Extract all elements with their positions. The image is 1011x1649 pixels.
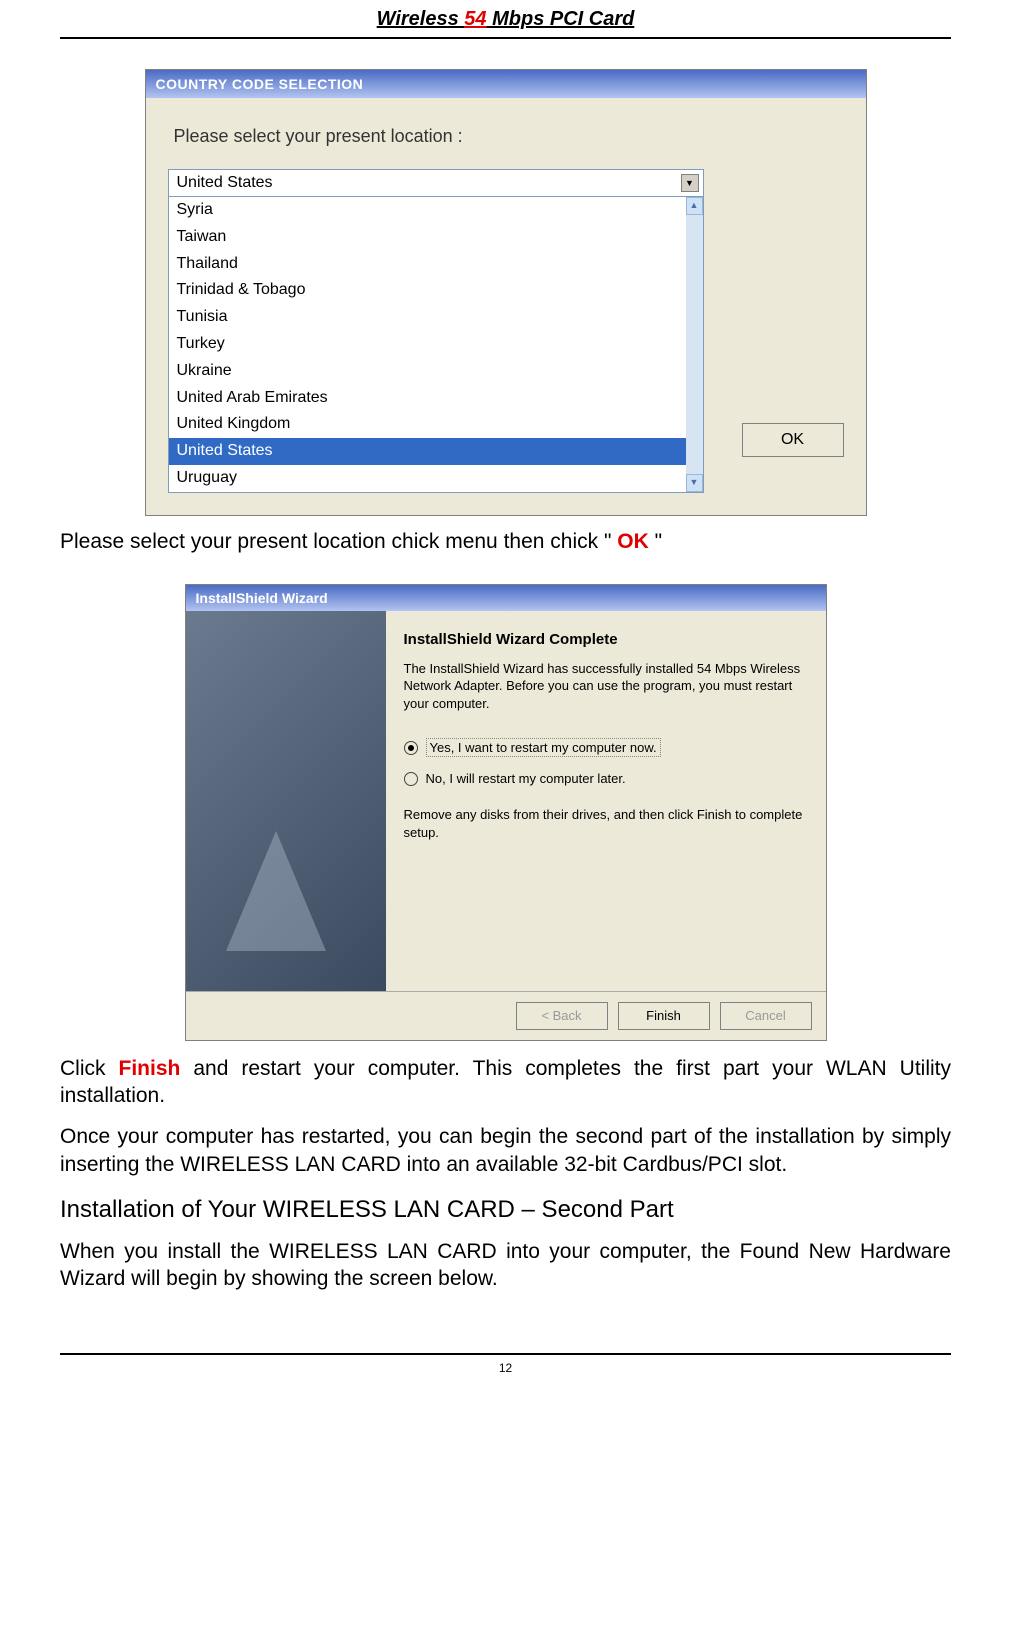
radio-no-label: No, I will restart my computer later. <box>426 771 626 786</box>
dialog-installshield: InstallShield Wizard InstallShield Wizar… <box>185 584 827 1041</box>
body-p2: Once your computer has restarted, you ca… <box>60 1123 951 1178</box>
list-item[interactable]: Uruguay <box>169 465 703 492</box>
dialog1-titlebar: COUNTRY CODE SELECTION <box>146 70 866 98</box>
radio-yes-label: Yes, I want to restart my computer now. <box>426 738 661 757</box>
radio-restart-now[interactable]: Yes, I want to restart my computer now. <box>404 738 808 757</box>
list-item[interactable]: Thailand <box>169 251 703 278</box>
back-button: < Back <box>516 1002 608 1030</box>
body-p3: When you install the WIRELESS LAN CARD i… <box>60 1238 951 1293</box>
list-item-selected[interactable]: United States <box>169 438 703 465</box>
country-select[interactable]: United States ▼ <box>168 169 704 197</box>
caption-1: Please select your present location chic… <box>60 530 951 554</box>
header-post: Mbps PCI Card <box>487 8 635 30</box>
page-number: 12 <box>60 1355 951 1395</box>
dialog1-instruction: Please select your present location : <box>174 126 844 147</box>
figure-installshield-dialog: InstallShield Wizard InstallShield Wizar… <box>60 584 951 1041</box>
ok-button[interactable]: OK <box>742 423 844 457</box>
country-listbox[interactable]: Syria Taiwan Thailand Trinidad & Tobago … <box>168 197 704 493</box>
figure-country-dialog: COUNTRY CODE SELECTION Please select you… <box>60 69 951 516</box>
dialog2-footer-para: Remove any disks from their drives, and … <box>404 806 808 841</box>
dialog2-paragraph: The InstallShield Wizard has successfull… <box>404 660 808 713</box>
page-header: Wireless 54 Mbps PCI Card <box>60 0 951 39</box>
radio-icon[interactable] <box>404 772 418 786</box>
dialog2-button-bar: < Back Finish Cancel <box>186 991 826 1040</box>
scroll-up-icon[interactable]: ▲ <box>686 197 703 215</box>
dialog2-titlebar: InstallShield Wizard <box>186 585 826 611</box>
list-item[interactable]: Trinidad & Tobago <box>169 277 703 304</box>
list-item[interactable]: Taiwan <box>169 224 703 251</box>
section-heading: Installation of Your WIRELESS LAN CARD –… <box>60 1196 951 1224</box>
cancel-button: Cancel <box>720 1002 812 1030</box>
scroll-down-icon[interactable]: ▼ <box>686 474 703 492</box>
header-pre: Wireless <box>377 8 465 30</box>
finish-button[interactable]: Finish <box>618 1002 710 1030</box>
country-select-value: United States <box>177 174 273 192</box>
dialog-country-code: COUNTRY CODE SELECTION Please select you… <box>145 69 867 516</box>
header-red: 54 <box>464 8 486 30</box>
radio-icon[interactable] <box>404 741 418 755</box>
list-item[interactable]: United Kingdom <box>169 411 703 438</box>
list-item[interactable]: Turkey <box>169 331 703 358</box>
list-item[interactable]: Ukraine <box>169 358 703 385</box>
list-item[interactable]: Syria <box>169 197 703 224</box>
list-scrollbar[interactable]: ▲ ▼ <box>686 197 703 492</box>
body-p1: Click Finish and restart your computer. … <box>60 1055 951 1110</box>
dialog2-heading: InstallShield Wizard Complete <box>404 631 808 648</box>
list-item[interactable]: Tunisia <box>169 304 703 331</box>
radio-restart-later[interactable]: No, I will restart my computer later. <box>404 771 808 786</box>
dropdown-button[interactable]: ▼ <box>681 174 699 192</box>
list-item[interactable]: United Arab Emirates <box>169 385 703 412</box>
dialog2-side-graphic <box>186 611 386 991</box>
